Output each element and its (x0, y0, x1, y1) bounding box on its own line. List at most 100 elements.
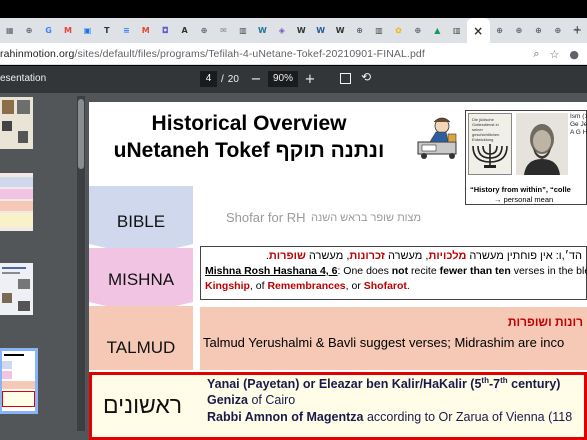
sidebar-scroll-thumb[interactable] (78, 99, 84, 169)
screen: ▦ ⊕ G M ▣ T ≡ M ◘ A ⊕ ✉ ▥ W ◈ W W W ⊕ ▥ ✿ ⊕ ▲ ▥ × ⊕ ⊕ ⊕ ⊕ + ⌄ rahinmot… (0, 0, 587, 440)
rishonim-line2: Geniza of Cairo (207, 393, 295, 407)
text-icon: T (104, 26, 110, 35)
thumb-band (0, 177, 33, 187)
wordpress-icon: W (316, 26, 326, 35)
url-text[interactable]: rahinmotion.org/sites/default/files/prog… (0, 48, 425, 60)
browser-tab[interactable]: W (311, 18, 330, 43)
page-number-input[interactable]: 4 (200, 71, 217, 87)
browser-tab[interactable]: ◘ (156, 18, 175, 43)
talmud-label: TALMUD (106, 338, 176, 357)
zoom-lens-icon[interactable]: ⌕ (533, 47, 539, 61)
browser-tab[interactable]: ▥ (447, 18, 466, 43)
kingship-word: Kingship (205, 280, 250, 292)
mishna-hebrew-text: הד׳,ו: אין פוחתין מעשרה מלכויות, מעשרה ז… (266, 250, 582, 262)
browser-tab[interactable]: G (39, 18, 58, 43)
page-thumbnail-4-selected[interactable] (0, 348, 38, 414)
mishna-quote-box: הד׳,ו: אין פוחתין מעשרה מלכויות, מעשרה ז… (200, 246, 587, 300)
page-thumbnail-2[interactable] (0, 173, 33, 231)
profile-icon[interactable]: ● (569, 48, 579, 61)
browser-tab[interactable]: ▥ (369, 18, 388, 43)
globe-icon: ⊕ (554, 26, 562, 35)
thumb-image (18, 131, 28, 143)
scribe-cartoon-image (417, 117, 457, 159)
browser-tab[interactable]: ◈ (272, 18, 291, 43)
wordpress-icon: W (257, 26, 267, 35)
page-thumbnail-1[interactable] (0, 97, 33, 149)
browser-tab[interactable]: M (58, 18, 77, 43)
thumb-image (17, 100, 30, 114)
browser-tab[interactable]: ▥ (233, 18, 252, 43)
r2-bold: Geniza (207, 393, 248, 407)
browser-tab[interactable]: ⊕ (490, 18, 509, 43)
page-thumbnail-3[interactable] (0, 263, 33, 315)
page-separator: / (221, 73, 224, 85)
browser-tab[interactable]: W (330, 18, 349, 43)
bookmark-star-icon[interactable]: ☆ (550, 48, 560, 61)
globe-icon: ⊕ (25, 26, 33, 35)
grid-icon: ▦ (5, 26, 14, 35)
browser-tab[interactable]: ⊕ (548, 18, 567, 43)
globe-icon: ⊕ (515, 26, 523, 35)
browser-tab[interactable]: T (97, 18, 116, 43)
talmud-hebrew-text: רונות ושופרות (507, 315, 583, 329)
pdf-viewer[interactable]: Historical Overview uNetaneh Tokef ונתנה… (88, 93, 587, 440)
photos-icon: ✿ (395, 26, 402, 35)
mishna-he-mid2: , מעשרה (305, 250, 350, 262)
meet-icon: ▣ (83, 26, 92, 35)
rotate-icon[interactable]: ⟲ (361, 70, 371, 84)
browser-tab-active[interactable]: × (466, 18, 490, 43)
address-bar[interactable]: rahinmotion.org/sites/default/files/prog… (0, 43, 587, 65)
r3-rest: according to Or Zarua of Vienna (118 (363, 410, 573, 424)
browser-tab[interactable]: M (136, 18, 155, 43)
globe-icon: ⊕ (496, 26, 503, 35)
browser-tab[interactable]: ≡ (117, 18, 136, 43)
tab-search-icon[interactable]: ⌄ (573, 23, 581, 34)
mishna-en1-c: verses in the ble (510, 265, 587, 277)
mishna-en2-c: . (406, 280, 410, 292)
tab-strip: ▦ ⊕ G M ▣ T ≡ M ◘ A ⊕ ✉ ▥ W ◈ W W W ⊕ ▥ ✿ ⊕ ▲ ▥ × ⊕ ⊕ ⊕ ⊕ + ⌄ (0, 18, 587, 43)
zoom-out-button[interactable]: − (250, 72, 262, 87)
browser-tab[interactable]: A (175, 18, 194, 43)
shofar-text-he: מצות שופר בראש השנה (311, 212, 422, 224)
menorah-icon (472, 144, 508, 168)
browser-tab[interactable]: W (292, 18, 311, 43)
thumb-text-line (4, 354, 24, 356)
shofarot-en-word: Shofarot (363, 280, 407, 292)
mishna-en1-fewer: fewer than ten (439, 265, 511, 277)
browser-tab[interactable]: ⊕ (194, 18, 213, 43)
wikipedia-icon: W (335, 26, 345, 35)
talmud-quote-box: רונות ושופרות Talmud Yerushalmi & Bavli … (200, 307, 587, 370)
zoom-in-button[interactable]: + (304, 72, 316, 87)
browser-tab[interactable]: ✉ (214, 18, 233, 43)
talmud-english-text: Talmud Yerushalmi & Bavli suggest verses… (203, 335, 565, 350)
url-path: /sites/default/files/programs/Tefilah-4-… (74, 47, 425, 60)
browser-tab[interactable]: ⊕ (509, 18, 528, 43)
browser-tab[interactable]: ▲ (428, 18, 447, 43)
browser-tab[interactable]: ▦ (0, 18, 19, 43)
browser-tab[interactable]: ⊕ (408, 18, 427, 43)
pdf-page: Historical Overview uNetaneh Tokef ונתנה… (89, 102, 587, 440)
thumb-band (0, 189, 33, 199)
shofar-text-en: Shofar for RH (226, 210, 306, 225)
browser-tab[interactable]: ⊕ (350, 18, 369, 43)
rishonim-line3: Rabbi Amnon of Magentza according to Or … (207, 410, 572, 424)
wikipedia-icon: W (296, 26, 306, 35)
browser-tab[interactable]: ⊕ (529, 18, 548, 43)
book-cover-image: Die jüdische Gottesdienst in seiner gesc… (468, 113, 512, 175)
browser-tab[interactable]: ✿ (389, 18, 408, 43)
url-host: rahinmotion.org (0, 47, 75, 60)
browser-tab[interactable]: W (253, 18, 272, 43)
mail-icon: ✉ (220, 26, 227, 35)
calendar-icon: ▥ (453, 26, 461, 35)
zoom-level-input[interactable]: 90% (268, 71, 298, 87)
fit-to-page-icon[interactable] (340, 73, 351, 84)
docs-icon: ≡ (122, 26, 130, 35)
browser-tab[interactable]: ▣ (78, 18, 97, 43)
thumb-band (0, 213, 33, 227)
mishna-english-line1: Mishna Rosh Hashana 4, 6: One does not r… (205, 265, 587, 277)
browser-tab[interactable]: ⊕ (19, 18, 38, 43)
sidebar-scrollbar[interactable] (77, 96, 85, 431)
r2-rest: of Cairo (248, 393, 296, 407)
shofarot-word: שופרות (268, 250, 306, 262)
close-icon[interactable]: × (473, 24, 484, 38)
